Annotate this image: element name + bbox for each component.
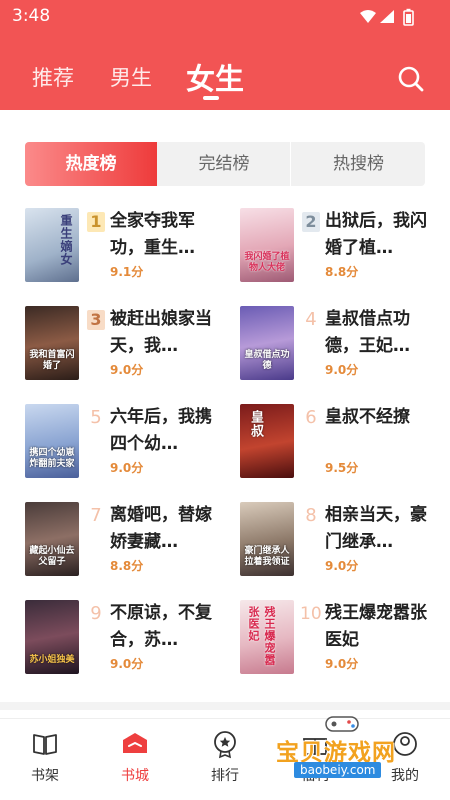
book-item[interactable]: 藏起小仙去父留子 7 离婚吧，替嫁娇妻藏… 8.8分 — [25, 502, 225, 578]
rank-number: 5 — [90, 407, 102, 428]
book-title: 相亲当天，豪门继承… — [325, 505, 427, 552]
app-screen: 3:48 推荐 男生 女生 热度榜 完结榜 热搜榜 重生嫡女 1 全家夺我军功，… — [0, 0, 450, 800]
rank-number: 3 — [87, 310, 105, 330]
book-cover[interactable]: 我和首富闪婚了 — [25, 306, 79, 380]
rank-number: 9 — [90, 603, 102, 624]
rank-tab-hot[interactable]: 热度榜 — [25, 142, 157, 186]
top-tabs: 推荐 男生 女生 — [0, 58, 450, 102]
book-cover[interactable]: 豪门继承人拉着我领证 — [240, 502, 294, 576]
status-time: 3:48 — [12, 6, 51, 26]
book-title: 残王爆宠嚣张医妃 — [325, 603, 427, 650]
status-bar: 3:48 — [0, 0, 450, 34]
book-cover-title: 皇叔借点功德 — [244, 350, 290, 371]
section-divider — [0, 702, 450, 710]
book-cover[interactable]: 残王爆宠嚣张医妃 — [240, 600, 294, 674]
nav-ranking[interactable]: 排行 — [195, 729, 255, 789]
book-score: 9.0分 — [110, 461, 144, 475]
tab-underline — [203, 96, 219, 100]
rank-number: 4 — [305, 309, 317, 330]
nav-bookshelf[interactable]: 书架 — [15, 729, 75, 789]
rank-number: 8 — [305, 505, 317, 526]
book-title: 被赶出娘家当天，我… — [110, 309, 212, 356]
book-cover[interactable]: 皇叔 — [240, 404, 294, 478]
battery-icon — [403, 8, 414, 26]
book-icon — [33, 734, 57, 755]
book-item[interactable]: 残王爆宠嚣张医妃 10 残王爆宠嚣张医妃 9.0分 — [240, 600, 440, 676]
book-cover-title: 携四个幼崽炸翻前夫家 — [29, 448, 75, 469]
book-cover[interactable]: 重生嫡女 — [25, 208, 79, 282]
book-title: 不原谅，不复合，苏… — [110, 603, 212, 650]
book-cover-title: 我和首富闪婚了 — [29, 350, 75, 371]
book-cover-title: 豪门继承人拉着我领证 — [244, 546, 290, 567]
status-icons — [360, 8, 414, 26]
book-item[interactable]: 苏小姐独美 9 不原谅，不复合，苏… 9.0分 — [25, 600, 225, 676]
book-score: 9.5分 — [325, 461, 359, 475]
book-cover[interactable]: 携四个幼崽炸翻前夫家 — [25, 404, 79, 478]
watermark: 宝贝游戏网 baobeiy.com — [274, 713, 450, 791]
book-score: 9.0分 — [110, 363, 144, 377]
nav-store[interactable]: 书城 — [105, 729, 165, 789]
book-cover-title: 重生嫡女 — [59, 214, 73, 266]
book-score: 9.1分 — [110, 265, 144, 279]
tab-female[interactable]: 女生 — [186, 56, 244, 98]
tab-male[interactable]: 男生 — [110, 62, 152, 92]
book-title: 全家夺我军功，重生… — [110, 211, 195, 258]
book-score: 9.0分 — [110, 657, 144, 671]
rank-number: 10 — [300, 604, 322, 624]
book-item[interactable]: 豪门继承人拉着我领证 8 相亲当天，豪门继承… 9.0分 — [240, 502, 440, 578]
book-cover-title: 皇叔 — [248, 410, 263, 438]
header: 3:48 推荐 男生 女生 — [0, 0, 450, 110]
book-cover-title: 残王爆宠嚣张医妃 — [247, 606, 276, 666]
book-cover[interactable]: 我闪婚了植物人大佬 — [240, 208, 294, 282]
wifi-icon — [360, 10, 376, 23]
book-title: 皇叔借点功德，王妃… — [325, 309, 410, 356]
rank-tab-finished[interactable]: 完结榜 — [158, 142, 291, 186]
book-item[interactable]: 皇叔借点功德 4 皇叔借点功德，王妃… 9.0分 — [240, 306, 440, 382]
book-item[interactable]: 携四个幼崽炸翻前夫家 5 六年后，我携四个幼… 9.0分 — [25, 404, 225, 480]
book-score: 8.8分 — [325, 265, 359, 279]
rank-tab-trending[interactable]: 热搜榜 — [292, 142, 425, 186]
book-score: 9.0分 — [325, 559, 359, 573]
watermark-url: baobeiy.com — [294, 762, 382, 778]
rank-number: 6 — [305, 407, 317, 428]
search-icon[interactable] — [396, 64, 426, 94]
store-icon — [123, 733, 147, 753]
book-item[interactable]: 我和首富闪婚了 3 被赶出娘家当天，我… 9.0分 — [25, 306, 225, 382]
nav-label: 排行 — [211, 768, 239, 784]
book-cover-title: 苏小姐独美 — [29, 655, 75, 665]
rank-number: 2 — [302, 212, 320, 232]
book-item[interactable]: 皇叔 6 皇叔不经撩 9.5分 — [240, 404, 440, 480]
book-cover-title: 藏起小仙去父留子 — [29, 546, 75, 567]
book-cover-title: 我闪婚了植物人大佬 — [244, 252, 290, 273]
gamepad-icon — [325, 716, 359, 732]
book-score: 9.0分 — [325, 363, 359, 377]
book-score: 8.8分 — [110, 559, 144, 573]
ranking-panel: 热度榜 完结榜 热搜榜 重生嫡女 1 全家夺我军功，重生… 9.1分 我闪婚了植… — [0, 110, 450, 718]
book-item[interactable]: 我闪婚了植物人大佬 2 出狱后，我闪婚了植… 8.8分 — [240, 208, 440, 284]
book-cover[interactable]: 藏起小仙去父留子 — [25, 502, 79, 576]
nav-label: 书架 — [31, 768, 59, 784]
book-title: 出狱后，我闪婚了植… — [325, 211, 427, 258]
signal-icon — [380, 10, 394, 23]
book-item[interactable]: 重生嫡女 1 全家夺我军功，重生… 9.1分 — [25, 208, 225, 284]
book-score: 9.0分 — [325, 657, 359, 671]
rank-tabs: 热度榜 完结榜 热搜榜 — [25, 142, 425, 186]
nav-label: 书城 — [121, 768, 149, 784]
rank-icon — [214, 731, 236, 759]
book-cover[interactable]: 皇叔借点功德 — [240, 306, 294, 380]
book-title: 六年后，我携四个幼… — [110, 407, 212, 454]
book-cover[interactable]: 苏小姐独美 — [25, 600, 79, 674]
tab-recommend[interactable]: 推荐 — [32, 62, 74, 92]
rank-number: 7 — [90, 505, 102, 526]
rank-number: 1 — [87, 212, 105, 232]
book-title: 皇叔不经撩 — [325, 407, 410, 427]
book-title: 离婚吧，替嫁娇妻藏… — [110, 505, 212, 552]
